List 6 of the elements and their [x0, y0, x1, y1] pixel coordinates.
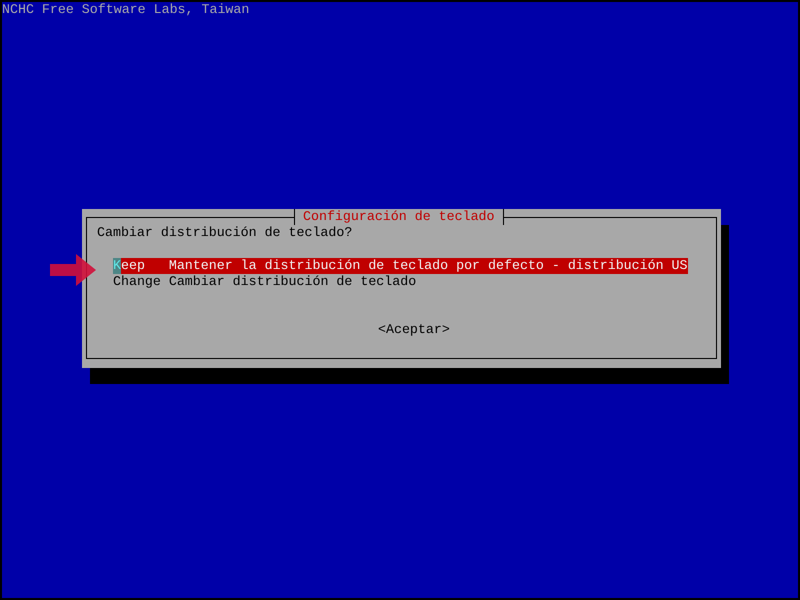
- question-text: Cambiar distribución de teclado?: [97, 225, 352, 241]
- option-item[interactable]: Change Cambiar distribución de teclado: [113, 274, 416, 290]
- header-text: NCHC Free Software Labs, Taiwan: [2, 2, 250, 18]
- arrow-icon: [50, 254, 96, 286]
- accept-button[interactable]: <Aceptar>: [378, 322, 450, 338]
- dialog-title: Configuración de teclado: [294, 209, 504, 225]
